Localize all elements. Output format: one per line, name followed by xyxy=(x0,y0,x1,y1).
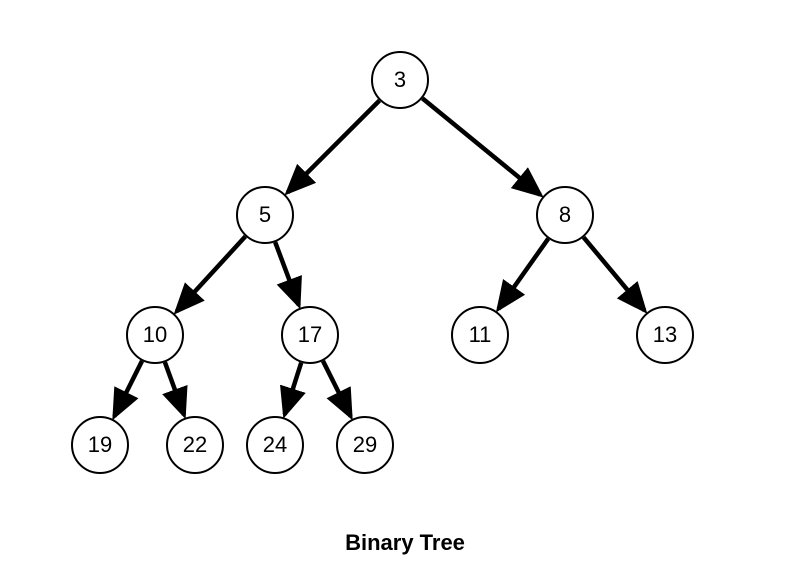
node-value: 8 xyxy=(559,202,571,228)
node-value: 5 xyxy=(259,202,271,228)
node-value: 10 xyxy=(143,322,167,348)
node-value: 3 xyxy=(394,67,406,93)
diagram-caption: Binary Tree xyxy=(0,530,810,556)
node-value: 17 xyxy=(298,322,322,348)
tree-node: 10 xyxy=(126,306,184,364)
tree-node: 11 xyxy=(451,306,509,364)
tree-node: 29 xyxy=(336,416,394,474)
node-value: 29 xyxy=(353,432,377,458)
tree-node: 17 xyxy=(281,306,339,364)
tree-node: 22 xyxy=(166,416,224,474)
node-value: 22 xyxy=(183,432,207,458)
node-value: 13 xyxy=(653,322,677,348)
binary-tree-diagram: 3 5 8 10 17 11 13 19 22 24 29 Binary Tre… xyxy=(0,0,810,576)
node-value: 19 xyxy=(88,432,112,458)
tree-node: 19 xyxy=(71,416,129,474)
caption-text: Binary Tree xyxy=(345,530,465,555)
tree-node-root: 3 xyxy=(371,51,429,109)
tree-node: 24 xyxy=(246,416,304,474)
node-value: 11 xyxy=(469,322,492,348)
tree-node: 13 xyxy=(636,306,694,364)
tree-node: 5 xyxy=(236,186,294,244)
tree-node: 8 xyxy=(536,186,594,244)
node-value: 24 xyxy=(263,432,287,458)
